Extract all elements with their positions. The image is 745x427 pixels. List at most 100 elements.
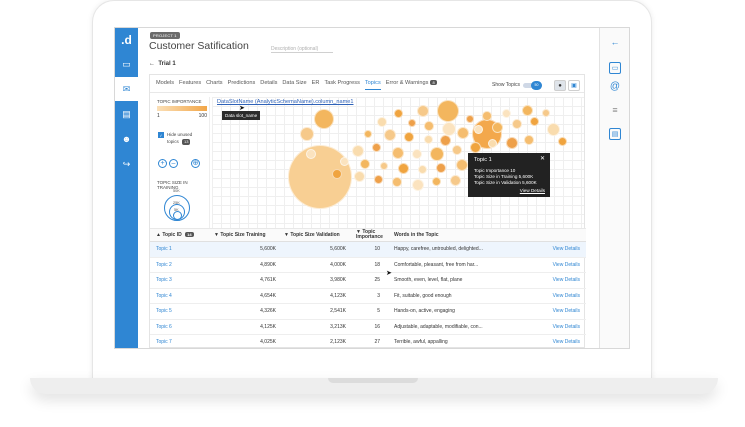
topic-bubble[interactable] [352,145,364,157]
topic-bubble[interactable] [488,139,497,148]
topic-bubble-chart[interactable]: DataSlotName (AnalyticSchemaName).column… [212,97,584,228]
topic-bubble[interactable] [354,171,365,182]
folder-icon[interactable]: ▭ [609,62,621,74]
zoom-in-button[interactable]: + [158,159,167,168]
document-icon[interactable]: ▤ [609,128,621,140]
table-row[interactable]: Topic 2 4,890K 4,000K 18 Comfortable, pleasa… [150,258,586,273]
topic-bubble[interactable] [377,117,387,127]
view-details-link[interactable]: View Details [536,293,586,299]
user-icon[interactable]: ☻ [115,127,138,151]
col-size-training[interactable]: ▼ Topic Size Training [210,232,280,238]
topic-bubble[interactable] [512,119,522,129]
topic-bubble[interactable] [452,145,462,155]
topic-bubble[interactable] [314,109,334,129]
description-input[interactable]: Description (optional) [271,46,333,53]
tab-topics[interactable]: Topics [364,80,381,90]
export-icon[interactable]: ↪ [115,152,138,176]
tab-features[interactable]: Features [179,80,201,90]
topic-bubble[interactable] [474,125,483,134]
topic-bubble[interactable] [412,179,424,191]
topic-bubble[interactable] [547,123,560,136]
topic-id-link[interactable]: Topic 6 [150,324,210,330]
trial-back[interactable]: ← Trial 1 [149,61,176,67]
inbox-icon[interactable]: ✉ [115,77,138,101]
topic-bubble[interactable] [306,149,316,159]
at-icon[interactable]: @ [609,80,621,92]
app-logo[interactable]: .d [115,28,138,52]
col-size-validation[interactable]: ▼ Topic Size Validation [280,232,350,238]
topic-id-link[interactable]: Topic 1 [150,246,210,252]
tab-charts[interactable]: Charts [206,80,222,90]
topic-bubble[interactable] [398,163,409,174]
topic-bubble[interactable] [530,117,539,126]
zoom-out-button[interactable]: – [169,159,178,168]
table-row[interactable]: Topic 7 4,025K 2,123K 27 Terrible, awful, ap… [150,335,586,348]
topic-id-link[interactable]: Topic 3 [150,277,210,283]
popup-view-details-link[interactable]: View Details [520,188,545,194]
topic-bubble[interactable] [436,163,446,173]
view-details-link[interactable]: View Details [536,277,586,283]
view-details-link[interactable]: View Details [536,324,586,330]
folder-icon[interactable]: ▭ [115,52,138,76]
table-row[interactable]: Topic 6 4,125K 3,213K 16 Adjustable, adaptab… [150,320,586,335]
show-topics-value[interactable]: 50 [530,80,542,90]
topic-bubble[interactable] [456,159,468,171]
topic-bubble[interactable] [502,109,511,118]
topic-bubble[interactable] [374,175,383,184]
view-details-link[interactable]: View Details [536,339,586,345]
topic-bubble[interactable] [417,105,429,117]
topic-bubble[interactable] [372,143,381,152]
topic-bubble[interactable] [506,137,518,149]
grid-view-button[interactable]: ▣ [568,80,580,91]
tab-task-progress[interactable]: Task Progress [324,80,359,90]
topic-bubble[interactable] [404,132,414,142]
topic-bubble[interactable] [418,165,427,174]
topic-bubble[interactable] [380,162,388,170]
table-row[interactable]: Topic 3 4,761K 3,980K 25 Smooth, even, level… [150,273,586,289]
topic-bubble[interactable] [437,100,459,122]
topic-bubble[interactable] [442,122,456,136]
topic-bubble[interactable] [466,115,474,123]
topic-bubble[interactable] [300,127,314,141]
topic-bubble-large[interactable] [288,145,352,209]
view-details-link[interactable]: View Details [536,246,586,252]
topic-bubble[interactable] [394,109,403,118]
tab-data-size[interactable]: Data Size [282,80,306,90]
tab-details[interactable]: Details [260,80,277,90]
topic-bubble[interactable] [364,130,372,138]
tab-predictions[interactable]: Predictions [228,80,256,90]
topic-bubble[interactable] [432,177,441,186]
tab-errors-warnings[interactable]: Error & Warnings 8 [386,80,437,90]
topic-bubble[interactable] [360,159,370,169]
col-importance[interactable]: ▼ Topic Importance [350,229,388,241]
topic-bubble[interactable] [340,157,349,166]
col-topic-id[interactable]: ▲ Topic ID 14 [150,232,210,238]
topic-bubble[interactable] [542,109,550,117]
topic-bubble[interactable] [408,119,416,127]
close-icon[interactable]: ✕ [540,155,545,163]
topic-bubble[interactable] [524,135,534,145]
topic-bubble[interactable] [384,129,396,141]
datasource-link[interactable]: DataSlotName (AnalyticSchemaName).column… [217,99,353,105]
topic-bubble[interactable] [558,137,567,146]
topic-id-link[interactable]: Topic 4 [150,293,210,299]
show-topics-slider[interactable]: 50 [522,80,542,90]
filter-icon[interactable]: ≡ [609,104,621,116]
tab-models[interactable]: Models [156,80,174,90]
topic-bubble[interactable] [392,177,402,187]
arrow-left-icon[interactable]: ← [609,36,621,48]
view-details-link[interactable]: View Details [536,308,586,314]
topic-id-link[interactable]: Topic 2 [150,262,210,268]
document-icon[interactable]: ▤ [115,102,138,126]
table-row[interactable]: Topic 5 4,326K 2,541K 5 Hands-on, active, en… [150,304,586,320]
topic-bubble[interactable] [412,149,422,159]
topic-bubble[interactable] [450,175,461,186]
recenter-button[interactable]: ⊕ [191,159,200,168]
topic-bubble[interactable] [457,127,469,139]
view-details-link[interactable]: View Details [536,262,586,268]
tab-er[interactable]: ER [312,80,320,90]
topic-bubble[interactable] [522,105,533,116]
topic-id-link[interactable]: Topic 5 [150,308,210,314]
topic-bubble[interactable] [482,111,492,121]
topic-bubble[interactable] [470,142,481,153]
